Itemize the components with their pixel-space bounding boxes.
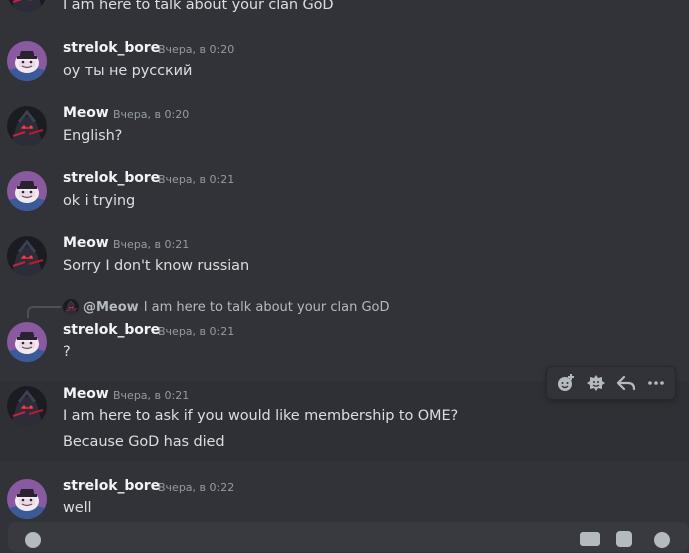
add-reaction-icon[interactable]	[553, 370, 579, 396]
message-text: оу ты не русский	[63, 63, 193, 79]
message-item: I am here to talk about your clan GoD	[0, 0, 689, 16]
message-text: English?	[63, 128, 123, 144]
avatar[interactable]	[7, 41, 47, 81]
message-item: strelok_bore Вчера, в 0:22 well	[0, 476, 689, 522]
message-timestamp[interactable]: Вчера, в 0:21	[113, 389, 189, 402]
message-timestamp[interactable]: Вчера, в 0:20	[113, 108, 189, 121]
sticker-icon[interactable]	[616, 531, 632, 551]
message-item: strelok_bore Вчера, в 0:21 ok i trying	[0, 168, 689, 218]
message-text: Because GoD has died	[63, 434, 225, 450]
message-item: Meow Вчера, в 0:21 Sorry I don't know ru…	[0, 233, 689, 283]
avatar[interactable]	[7, 0, 47, 12]
avatar[interactable]	[7, 171, 47, 211]
message-author[interactable]: strelok_bore	[63, 478, 160, 494]
message-author[interactable]: strelok_bore	[63, 170, 160, 186]
message-item: Meow Вчера, в 0:20 English?	[0, 103, 689, 153]
message-composer[interactable]	[8, 522, 689, 552]
message-item: strelok_bore Вчера, в 0:21 ?	[0, 320, 689, 370]
avatar[interactable]	[7, 236, 47, 276]
message-author[interactable]: Meow	[63, 386, 109, 402]
reply-mention[interactable]: @Meow	[83, 300, 139, 315]
message-text: well	[63, 500, 92, 516]
reply-text[interactable]: I am here to talk about your clan GoD	[144, 300, 390, 315]
message-text: Sorry I don't know russian	[63, 258, 250, 274]
attach-plus-icon[interactable]	[24, 531, 42, 553]
message-text: ok i trying	[63, 193, 136, 209]
message-author[interactable]: Meow	[63, 235, 109, 251]
message-actions-toolbar	[546, 366, 676, 400]
avatar[interactable]	[7, 479, 47, 519]
gif-icon[interactable]	[580, 531, 600, 550]
message-author[interactable]: strelok_bore	[63, 40, 160, 56]
message-author[interactable]: Meow	[63, 105, 109, 121]
message-text: I am here to ask if you would like membe…	[63, 408, 459, 424]
message-timestamp[interactable]: Вчера, в 0:20	[158, 43, 234, 56]
message-text: ?	[63, 344, 71, 360]
reply-reference[interactable]: @Meow I am here to talk about your clan …	[63, 298, 390, 316]
message-list[interactable]: I am here to talk about your clan GoD st…	[0, 0, 689, 552]
message-author[interactable]: strelok_bore	[63, 322, 160, 338]
message-text: I am here to talk about your clan GoD	[63, 0, 334, 13]
message-timestamp[interactable]: Вчера, в 0:21	[158, 173, 234, 186]
message-timestamp[interactable]: Вчера, в 0:21	[113, 238, 189, 251]
avatar[interactable]	[7, 322, 47, 362]
avatar[interactable]	[7, 106, 47, 146]
message-timestamp[interactable]: Вчера, в 0:21	[158, 325, 234, 338]
message-timestamp[interactable]: Вчера, в 0:22	[158, 481, 234, 494]
emoji-icon[interactable]	[653, 531, 671, 553]
reply-avatar	[63, 299, 79, 315]
more-icon[interactable]	[643, 370, 669, 396]
reply-icon[interactable]	[613, 370, 639, 396]
reply-connector	[27, 306, 61, 318]
message-item: strelok_bore Вчера, в 0:20 оу ты не русс…	[0, 38, 689, 88]
super-reaction-icon[interactable]	[583, 370, 609, 396]
avatar[interactable]	[7, 386, 47, 426]
